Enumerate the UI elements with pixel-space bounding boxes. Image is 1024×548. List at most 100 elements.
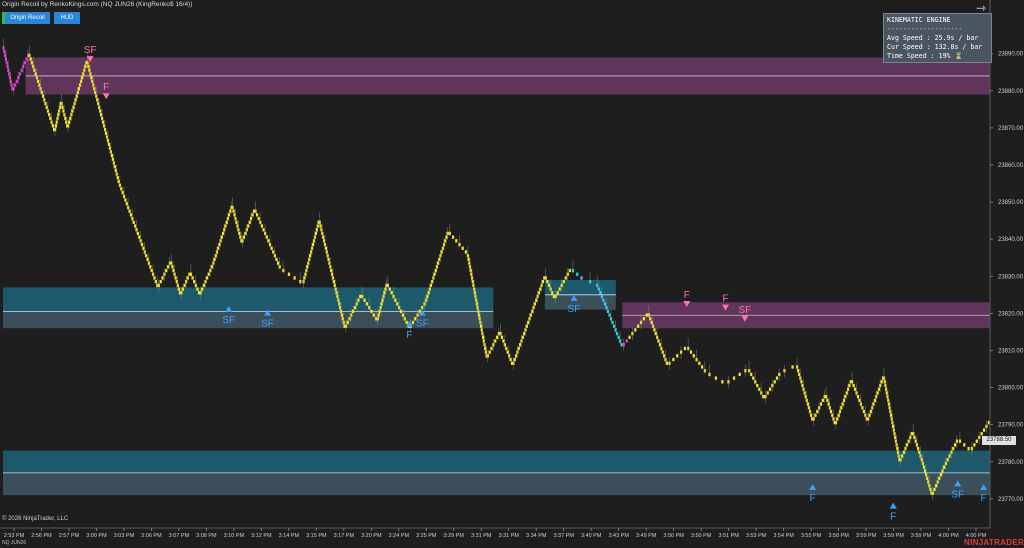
down-brick [319,224,322,228]
down-brick [650,320,653,325]
y-tick-label: 23870.00 [998,126,1024,132]
down-brick [49,116,52,121]
up-brick [206,276,209,280]
down-brick [272,250,275,254]
demand-zone-upper [3,287,494,312]
down-brick [461,246,464,250]
up-brick [23,61,26,65]
down-brick [136,231,139,236]
down-brick [8,72,11,76]
down-brick [142,246,145,250]
down-brick [41,94,45,98]
down-brick [90,75,93,80]
up-brick [57,113,60,117]
up-brick [844,394,847,399]
up-brick [564,276,567,280]
down-brick [145,254,148,258]
x-tick-label: 3:25 PM [416,533,437,539]
up-brick [514,354,518,358]
renko-chart[interactable]: SF F SF SF F SF SF F F SF F F SF F 23890.00 23880.00 23… [0,0,1024,548]
down-brick [322,235,325,239]
x-tick-label: 3:17 PM [334,533,355,539]
origin-recoil-button[interactable]: Origin Recoil [2,12,50,24]
down-brick [654,331,657,336]
hud-button[interactable]: HUD [54,12,80,24]
up-brick [672,357,675,362]
up-brick [521,335,524,339]
down-brick [917,446,920,451]
down-brick [394,298,397,302]
down-brick [61,105,64,109]
down-brick [125,202,128,206]
up-brick [159,279,162,284]
x-tick-label: 3:31 PM [471,533,492,539]
window-title: Origin Recoil by RenkoKings.com (NQ JUN2… [2,1,193,8]
up-brick [837,413,840,417]
up-brick [880,380,883,384]
x-tick-label: 3:43 PM [608,533,629,539]
x-tick-label: 3:34 PM [526,533,547,539]
up-brick [81,75,84,80]
down-brick [44,101,47,106]
down-brick [484,346,487,351]
up-brick [426,294,429,299]
up-brick [517,346,520,351]
down-brick [129,213,133,217]
down-brick [929,487,932,492]
up-brick [905,443,909,447]
up-brick [873,398,877,403]
up-brick [939,472,943,477]
up-brick [907,439,910,443]
down-brick [265,235,268,239]
up-brick [418,309,421,314]
down-brick [852,383,855,388]
down-brick [30,61,34,65]
down-brick [608,313,611,317]
bear-marker-label: F [722,294,728,305]
bear-marker-label: SF [738,305,751,316]
x-tick-label: 3:29 PM [444,533,465,539]
down-brick [101,120,105,124]
down-brick [701,365,704,369]
down-brick [146,257,149,262]
up-brick [411,320,415,325]
up-brick [814,413,817,417]
hud-cur-speed: Cur Speed : 132.8s / bar [887,43,983,51]
down-brick [692,354,695,358]
down-brick [388,287,391,291]
up-brick [766,391,769,395]
down-brick [597,287,600,291]
bear-marker-label: F [103,82,109,93]
up-brick [14,83,17,87]
up-brick [165,268,168,273]
down-brick [922,465,926,469]
y-tick-label: 23820.00 [998,311,1024,317]
down-brick [128,209,131,213]
down-brick [721,380,724,384]
down-brick [338,302,341,306]
up-brick [314,231,317,236]
down-brick [657,339,660,343]
up-brick [946,458,949,462]
copyright-text: © 2026 NinjaTrader, LLC [2,516,69,522]
up-brick [383,291,386,295]
x-tick-label: 2:56 PM [31,533,52,539]
down-brick [340,313,343,317]
up-brick [488,350,491,354]
bear-marker-label: F [684,290,690,301]
up-brick [377,313,380,317]
down-brick [464,250,468,254]
down-brick [177,287,180,291]
down-brick [576,272,579,276]
down-brick [171,265,174,269]
down-brick [858,398,861,403]
down-brick [883,380,886,384]
down-brick [110,153,113,158]
demand-zone-lower [3,472,990,496]
down-brick [40,90,43,95]
down-brick [64,116,67,121]
down-brick [196,287,199,291]
up-brick [348,317,351,321]
down-brick [603,302,607,306]
up-brick [836,417,839,421]
